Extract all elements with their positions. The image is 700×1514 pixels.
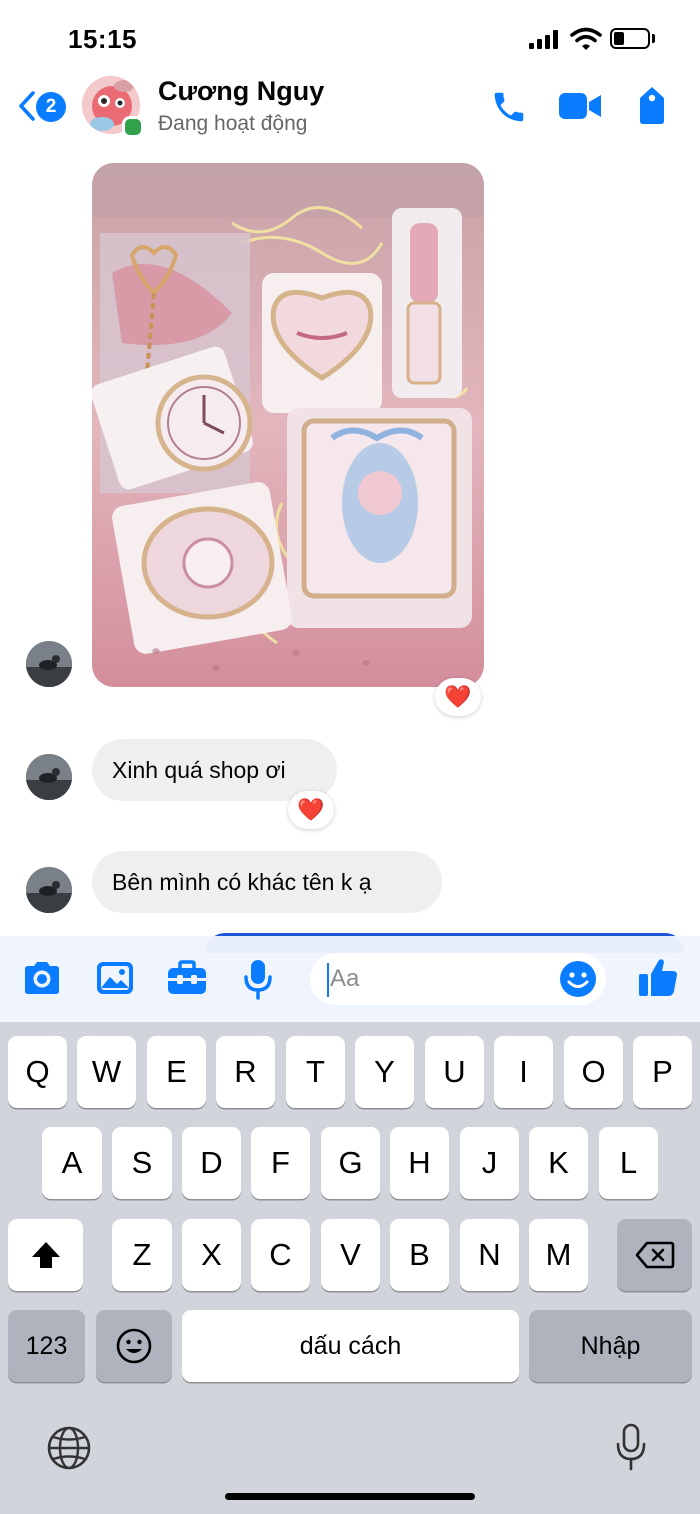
- camera-icon[interactable]: [21, 960, 63, 996]
- message-text: Bên mình có khác tên k ạ: [112, 868, 372, 895]
- tag-icon[interactable]: [636, 84, 668, 126]
- online-status-dot: [122, 116, 144, 138]
- battery-cap: [652, 34, 655, 43]
- shift-key[interactable]: [8, 1219, 83, 1291]
- key-q[interactable]: Q: [8, 1036, 67, 1108]
- key-r[interactable]: R: [216, 1036, 275, 1108]
- key-d[interactable]: D: [182, 1127, 241, 1199]
- contact-status: Đang hoạt động: [158, 112, 308, 135]
- thumbs-up-icon[interactable]: [637, 956, 679, 998]
- battery-icon: [610, 28, 650, 49]
- globe-icon[interactable]: [46, 1425, 92, 1471]
- key-x[interactable]: X: [182, 1219, 241, 1291]
- key-s[interactable]: S: [112, 1127, 172, 1199]
- emoji-keyboard-key[interactable]: [96, 1310, 172, 1382]
- emoji-icon[interactable]: [559, 960, 597, 998]
- phone-icon[interactable]: [490, 88, 528, 126]
- shift-icon: [31, 1242, 60, 1268]
- key-i[interactable]: I: [494, 1036, 553, 1108]
- key-t[interactable]: T: [286, 1036, 345, 1108]
- backspace-icon: [635, 1241, 674, 1269]
- dictation-icon[interactable]: [614, 1422, 648, 1472]
- key-y[interactable]: Y: [355, 1036, 414, 1108]
- unread-count-badge[interactable]: 2: [36, 92, 66, 122]
- heart-reaction-emoji: ❤️: [297, 797, 325, 822]
- message-bubble[interactable]: Bên mình có khác tên k ạ: [92, 851, 442, 913]
- key-v[interactable]: V: [321, 1219, 380, 1291]
- status-time: 15:15: [68, 24, 137, 54]
- key-g[interactable]: G: [321, 1127, 380, 1199]
- key-j[interactable]: J: [460, 1127, 519, 1199]
- back-chevron-icon[interactable]: [16, 90, 38, 122]
- text-caret: [327, 963, 329, 997]
- numbers-key[interactable]: 123: [8, 1310, 85, 1382]
- key-b[interactable]: B: [390, 1219, 449, 1291]
- wifi-icon: [570, 27, 602, 50]
- key-m[interactable]: M: [529, 1219, 588, 1291]
- backspace-key[interactable]: [617, 1219, 692, 1291]
- key-c[interactable]: C: [251, 1219, 310, 1291]
- key-k[interactable]: K: [529, 1127, 588, 1199]
- key-l[interactable]: L: [599, 1127, 658, 1199]
- heart-reaction[interactable]: ❤️: [435, 678, 481, 716]
- space-key[interactable]: dấu cách: [182, 1310, 519, 1382]
- key-o[interactable]: O: [564, 1036, 623, 1108]
- sender-avatar[interactable]: [26, 754, 72, 800]
- key-p[interactable]: P: [633, 1036, 692, 1108]
- key-u[interactable]: U: [425, 1036, 484, 1108]
- photo-message[interactable]: [92, 163, 484, 687]
- key-z[interactable]: Z: [112, 1219, 172, 1291]
- key-h[interactable]: H: [390, 1127, 449, 1199]
- sender-avatar[interactable]: [26, 641, 72, 687]
- gallery-icon[interactable]: [95, 960, 135, 996]
- emoji-icon: [116, 1328, 152, 1364]
- message-text: Xinh quá shop ơi: [112, 756, 286, 783]
- key-e[interactable]: E: [147, 1036, 206, 1108]
- key-a[interactable]: A: [42, 1127, 102, 1199]
- return-key[interactable]: Nhập: [529, 1310, 692, 1382]
- key-f[interactable]: F: [251, 1127, 310, 1199]
- contact-name[interactable]: Cương Nguy: [158, 76, 324, 107]
- cellular-signal-icon: [529, 30, 560, 49]
- key-n[interactable]: N: [460, 1219, 519, 1291]
- heart-reaction-emoji: ❤️: [444, 684, 472, 709]
- video-icon[interactable]: [557, 89, 603, 123]
- key-w[interactable]: W: [77, 1036, 136, 1108]
- microphone-icon[interactable]: [243, 958, 273, 1000]
- sender-avatar[interactable]: [26, 867, 72, 913]
- home-indicator: [225, 1493, 475, 1500]
- toolbox-icon[interactable]: [166, 960, 208, 996]
- heart-reaction[interactable]: ❤️: [288, 791, 334, 829]
